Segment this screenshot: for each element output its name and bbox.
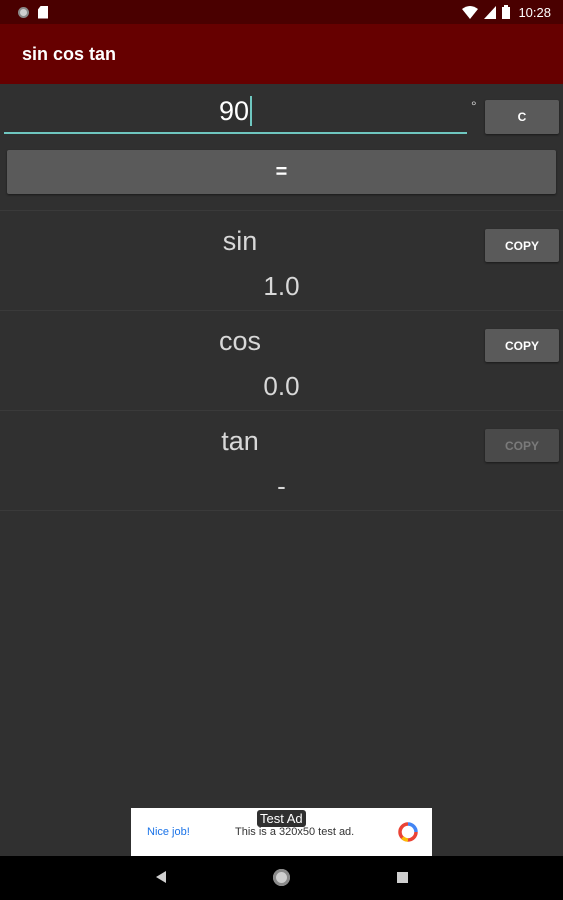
recents-icon[interactable]	[397, 872, 408, 883]
status-time: 10:28	[518, 4, 551, 20]
cos-label: cos	[218, 326, 262, 356]
test-ad-tag: Test Ad	[257, 810, 306, 827]
divider	[0, 510, 563, 511]
angle-input[interactable]: 90	[4, 90, 467, 134]
angle-input-value: 90	[218, 95, 250, 126]
adchoices-logo-icon	[398, 822, 418, 842]
notification-dot-icon	[18, 6, 29, 18]
tan-label: tan	[221, 426, 259, 456]
copy-cos-button[interactable]: COPY	[485, 329, 559, 362]
sin-value: 1.0	[263, 271, 300, 301]
app-title: sin cos tan	[22, 43, 117, 64]
battery-icon	[502, 5, 511, 19]
divider	[0, 410, 563, 411]
tan-value: -	[277, 471, 286, 501]
divider	[0, 310, 563, 311]
text-cursor	[250, 96, 253, 126]
clear-button[interactable]: C	[485, 100, 559, 134]
sd-card-icon	[38, 5, 48, 19]
home-icon[interactable]	[273, 869, 290, 886]
ad-headline[interactable]: Nice job!	[147, 826, 190, 838]
ad-text: This is a 320x50 test ad.	[235, 826, 355, 838]
sin-label: sin	[222, 226, 258, 256]
nav-bar	[0, 856, 563, 900]
copy-sin-button[interactable]: COPY	[485, 229, 559, 262]
back-icon[interactable]	[156, 871, 166, 883]
cos-value: 0.0	[263, 371, 300, 401]
wifi-icon	[462, 5, 479, 19]
app-bar: sin cos tan	[0, 24, 563, 84]
signal-icon	[484, 5, 497, 19]
ad-banner[interactable]: Test Ad Nice job! This is a 320x50 test …	[131, 808, 432, 856]
divider	[0, 210, 563, 211]
equals-button[interactable]: =	[7, 150, 556, 194]
status-bar: 10:28	[0, 0, 563, 24]
degree-unit: °	[471, 98, 477, 114]
copy-tan-button[interactable]: COPY	[485, 429, 559, 462]
